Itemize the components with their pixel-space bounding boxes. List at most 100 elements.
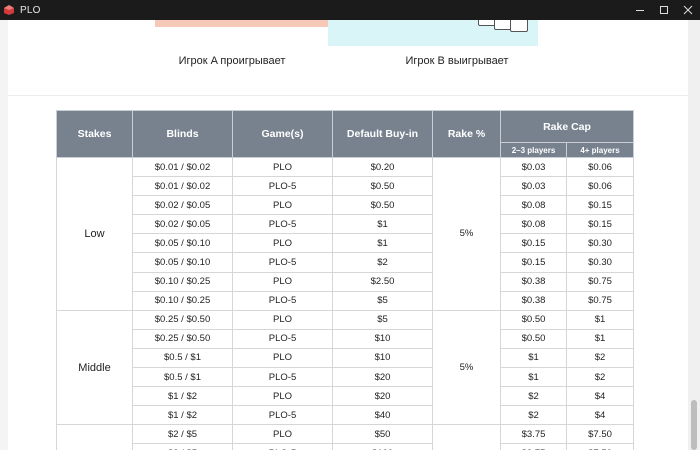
stakes-cell bbox=[56, 424, 133, 450]
cell-cap-4-plus: $0.06 bbox=[565, 176, 635, 197]
cell-blinds: $0.01 / $0.02 bbox=[132, 156, 233, 178]
cell-game: PLO bbox=[232, 195, 333, 216]
cell-blinds: $0.10 / $0.25 bbox=[132, 290, 233, 311]
cell-buyin: $20 bbox=[332, 386, 433, 407]
table-row: $0.02 / $0.05 PLO $0.50 $0.08 $0.15 bbox=[57, 195, 635, 216]
cell-cap-4-plus: $4 bbox=[565, 405, 635, 426]
cell-game: PLO bbox=[232, 233, 333, 254]
cell-cap-4-plus: $0.30 bbox=[565, 252, 635, 273]
table-row: $1 / $2 PLO-5 $40 $2 $4 bbox=[57, 405, 635, 426]
caption-player-a: Игрок A проигрывает bbox=[178, 55, 286, 67]
header-games: Game(s) bbox=[232, 110, 333, 158]
cell-game: PLO-5 bbox=[232, 252, 333, 273]
vertical-scrollbar[interactable] bbox=[688, 20, 700, 450]
cell-game: PLO-5 bbox=[232, 405, 333, 426]
cell-cap-2-3: $3.75 bbox=[500, 424, 567, 445]
cell-game: PLO-5 bbox=[232, 214, 333, 235]
cell-buyin: $5 bbox=[332, 309, 433, 330]
cell-cap-4-plus: $0.75 bbox=[565, 271, 635, 292]
cell-buyin: $1 bbox=[332, 214, 433, 235]
cell-cap-2-3: $1 bbox=[500, 347, 567, 369]
app-logo-icon bbox=[3, 4, 15, 16]
rake-percent-cell: 5% bbox=[432, 157, 501, 311]
cell-cap-4-plus: $0.15 bbox=[565, 195, 635, 216]
table-row: $0.02 / $0.05 PLO-5 $1 $0.08 $0.15 bbox=[57, 214, 635, 235]
table-row: $0.01 / $0.02 PLO-5 $0.50 $0.03 $0.06 bbox=[57, 176, 635, 197]
cell-blinds: $0.05 / $0.10 bbox=[132, 233, 233, 254]
rake-table: Stakes Blinds Game(s) Default Buy-in Rak… bbox=[56, 110, 635, 450]
cell-game: PLO bbox=[232, 271, 333, 292]
cell-buyin: $0.50 bbox=[332, 195, 433, 216]
cell-blinds: $0.25 / $0.50 bbox=[132, 309, 233, 330]
cell-buyin: $40 bbox=[332, 405, 433, 426]
cell-game: PLO-5 bbox=[232, 443, 333, 450]
minimize-button[interactable] bbox=[628, 0, 652, 20]
header-cap-4-plus-players: 4+ players bbox=[565, 142, 635, 158]
cell-blinds: $0.25 / $0.50 bbox=[132, 328, 233, 349]
cell-buyin: $2.50 bbox=[332, 271, 433, 292]
table-row: $2 / $5 PLO $50 $3.75 $7.50 bbox=[56, 424, 635, 450]
table-row: $0.25 / $0.50 PLO-5 $10 $0.50 $1 bbox=[57, 328, 635, 349]
table-row: $0.10 / $0.25 PLO-5 $5 $0.38 $0.75 bbox=[57, 290, 635, 311]
cell-blinds: $0.02 / $0.05 bbox=[132, 214, 233, 235]
cell-cap-2-3: $2 bbox=[500, 386, 567, 407]
cell-blinds: $0.01 / $0.02 bbox=[132, 176, 233, 197]
cell-cap-4-plus: $2 bbox=[565, 367, 635, 388]
table-row: $0.05 / $0.10 PLO-5 $2 $0.15 $0.30 bbox=[57, 252, 635, 273]
cell-buyin: $100 bbox=[332, 443, 433, 450]
window-title: PLO bbox=[20, 4, 41, 16]
cell-cap-2-3: $0.50 bbox=[500, 309, 567, 330]
cell-cap-4-plus: $7.50 bbox=[565, 443, 635, 450]
table-row: Middle $0.25 / $0.50 PLO $5 5% $0.50 $1 bbox=[56, 309, 635, 426]
cell-game: PLO bbox=[232, 424, 333, 445]
cell-buyin: $5 bbox=[332, 290, 433, 311]
page-content: Игрок A проигрывает Игрок B выигрывает S… bbox=[0, 20, 700, 450]
cell-game: PLO-5 bbox=[232, 176, 333, 197]
cell-cap-4-plus: $2 bbox=[565, 347, 635, 369]
cell-buyin: $2 bbox=[332, 252, 433, 273]
section-divider bbox=[8, 95, 688, 96]
title-bar: PLO bbox=[0, 0, 700, 20]
cell-cap-2-3: $0.38 bbox=[500, 271, 567, 292]
stakes-cell: Middle bbox=[56, 309, 133, 426]
close-button[interactable] bbox=[676, 0, 700, 20]
cell-buyin: $50 bbox=[332, 424, 433, 445]
header-blinds: Blinds bbox=[132, 110, 233, 158]
stakes-cell: Low bbox=[56, 157, 133, 311]
cell-cap-4-plus: $1 bbox=[565, 309, 635, 330]
table-row: $0.05 / $0.10 PLO $1 $0.15 $0.30 bbox=[57, 233, 635, 254]
maximize-button[interactable] bbox=[652, 0, 676, 20]
caption-player-b: Игрок B выигрывает bbox=[405, 55, 509, 67]
header-stakes: Stakes bbox=[56, 110, 133, 158]
cell-blinds: $0.5 / $1 bbox=[132, 347, 233, 369]
cell-blinds: $1 / $2 bbox=[132, 386, 233, 407]
cell-cap-2-3: $0.15 bbox=[500, 233, 567, 254]
cell-cap-2-3: $0.08 bbox=[500, 214, 567, 235]
cell-cap-2-3: $0.50 bbox=[500, 328, 567, 349]
cell-game: PLO bbox=[232, 156, 333, 178]
table-row: $0.5 / $1 PLO $10 $1 $2 bbox=[57, 347, 635, 369]
cell-game: PLO-5 bbox=[232, 328, 333, 349]
cell-cap-4-plus: $7.50 bbox=[565, 424, 635, 445]
cell-cap-2-3: $0.03 bbox=[500, 176, 567, 197]
header-buyin: Default Buy-in bbox=[332, 110, 433, 158]
cell-cap-4-plus: $0.75 bbox=[565, 290, 635, 311]
cell-game: PLO bbox=[232, 347, 333, 369]
cell-blinds: $1 / $2 bbox=[132, 405, 233, 426]
article-panel: Игрок A проигрывает Игрок B выигрывает S… bbox=[8, 20, 688, 450]
cell-cap-2-3: $0.08 bbox=[500, 195, 567, 216]
cell-cap-2-3: $1 bbox=[500, 367, 567, 388]
cell-blinds: $2 / $5 bbox=[132, 424, 233, 445]
scrollbar-thumb[interactable] bbox=[691, 400, 697, 450]
cell-cap-2-3: $0.15 bbox=[500, 252, 567, 273]
table-row: $0.5 / $1 PLO-5 $20 $1 $2 bbox=[57, 367, 635, 388]
table-row: Low $0.01 / $0.02 PLO $0.20 5% $0.03 $0.06 bbox=[56, 156, 635, 311]
header-cap-2-3-players: 2–3 players bbox=[500, 142, 567, 158]
cell-blinds: $0.05 / $0.10 bbox=[132, 252, 233, 273]
cell-cap-2-3: $0.38 bbox=[500, 290, 567, 311]
cell-blinds: $0.02 / $0.05 bbox=[132, 195, 233, 216]
rake-percent-cell: 5% bbox=[432, 309, 501, 426]
cell-cap-4-plus: $1 bbox=[565, 328, 635, 349]
illustration-player-b bbox=[328, 20, 538, 46]
cell-buyin: $10 bbox=[332, 347, 433, 369]
